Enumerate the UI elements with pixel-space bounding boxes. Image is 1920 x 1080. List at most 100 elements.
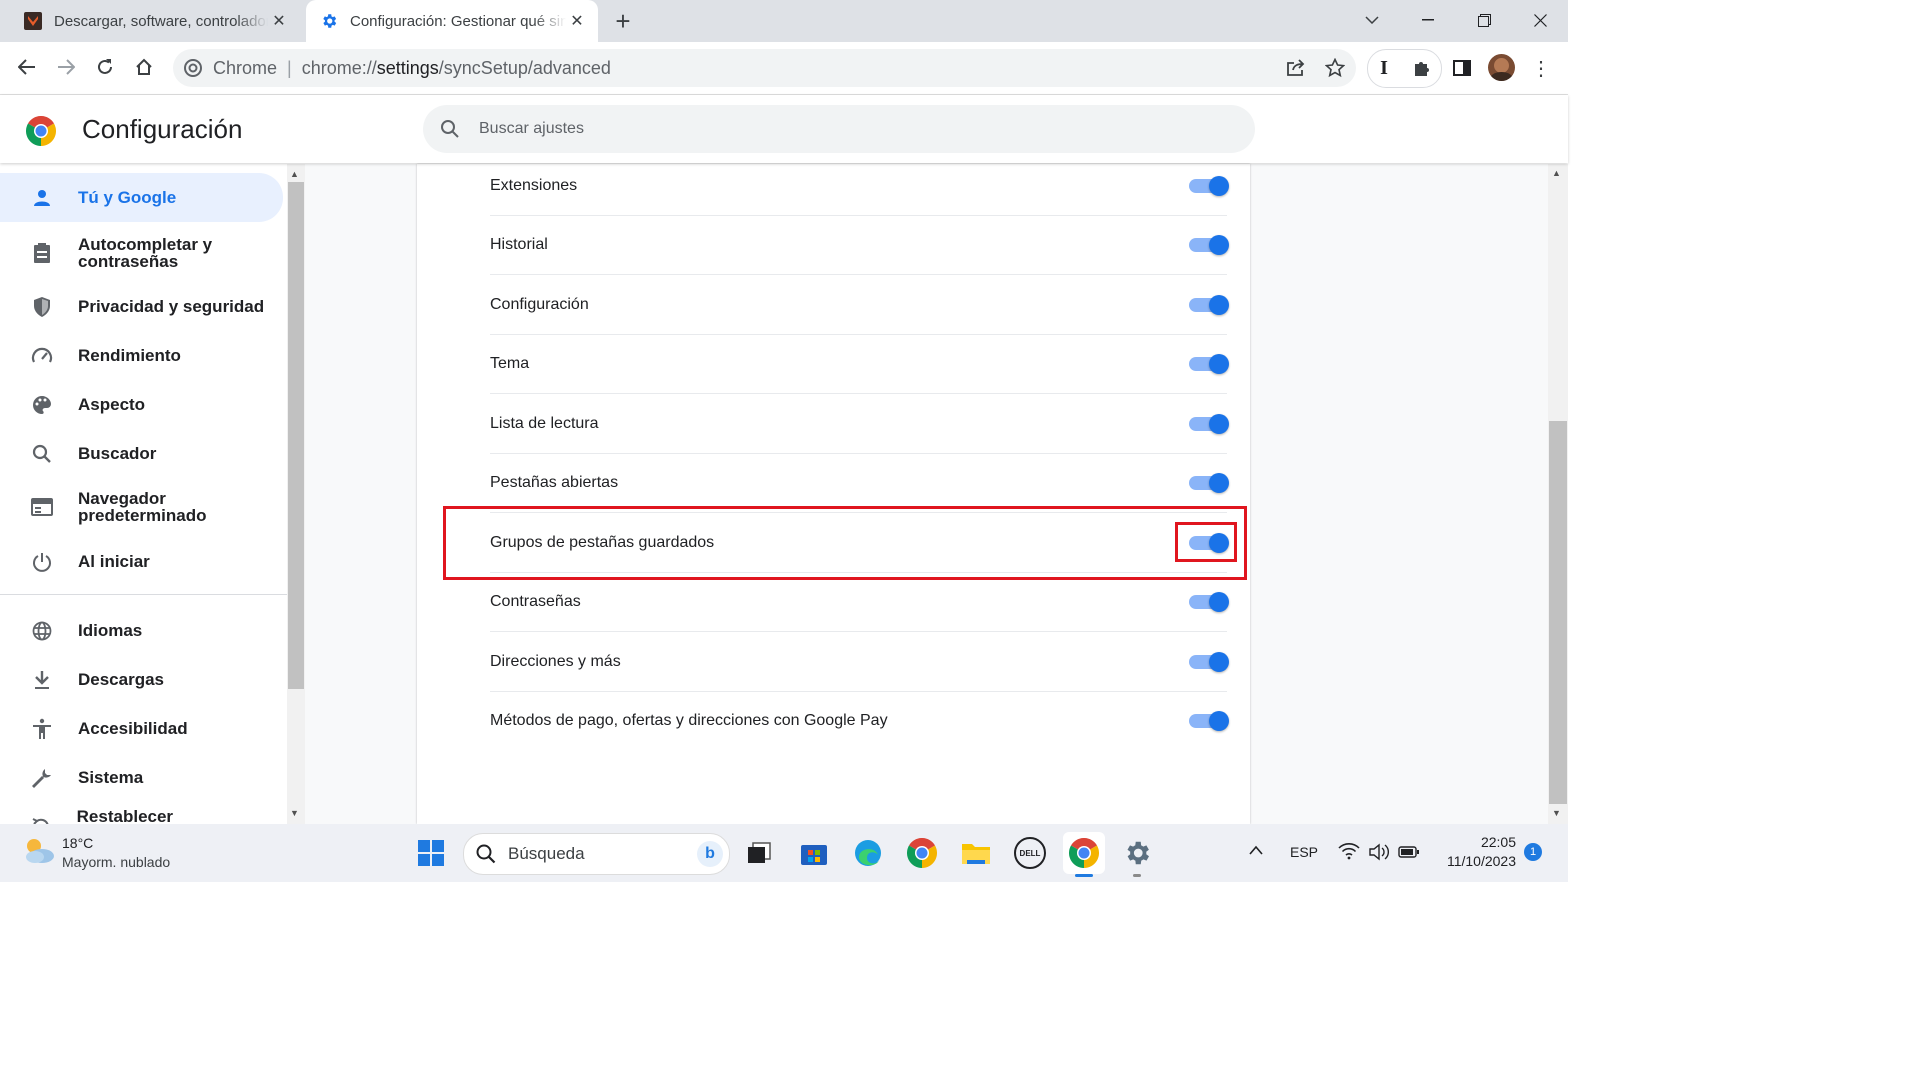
tab-descargar[interactable]: Descargar, software, controladores ✕	[0, 0, 300, 42]
sync-toggle[interactable]	[1189, 353, 1229, 374]
sync-row-extensiones[interactable]: Extensiones	[490, 156, 1229, 216]
reload-icon[interactable]	[88, 50, 122, 84]
side-panel-icon[interactable]	[1445, 51, 1479, 85]
settings-gear-icon	[320, 12, 338, 30]
sync-toggle[interactable]	[1189, 175, 1229, 196]
minimize-icon[interactable]	[1400, 0, 1456, 40]
language-indicator[interactable]: ESP	[1290, 844, 1318, 860]
sidebar-item-label: Autocompletar y contraseñas	[78, 234, 213, 271]
main-scroll-down-arrow-icon[interactable]: ▼	[1552, 808, 1561, 818]
sync-row-tema[interactable]: Tema	[490, 334, 1229, 394]
sync-row-label: Métodos de pago, ofertas y direcciones c…	[490, 711, 888, 729]
bing-icon: b	[697, 841, 723, 867]
sidebar-item-idiomas[interactable]: Idiomas	[0, 606, 283, 655]
windows-start-icon[interactable]	[412, 834, 450, 872]
sync-toggle[interactable]	[1189, 651, 1229, 672]
tab-search-chevron-down-icon[interactable]	[1344, 0, 1400, 40]
window-close-icon[interactable]	[1512, 0, 1568, 40]
share-icon[interactable]	[1279, 51, 1313, 85]
battery-icon[interactable]	[1398, 845, 1420, 864]
sync-toggle[interactable]	[1189, 591, 1229, 612]
main-scroll-up-arrow-icon[interactable]: ▲	[1552, 168, 1561, 178]
search-icon	[22, 444, 62, 464]
browser-icon	[22, 497, 62, 516]
extension-i-icon[interactable]: I	[1367, 51, 1401, 85]
sync-row-direcciones[interactable]: Direcciones y más	[490, 632, 1229, 692]
home-icon[interactable]	[127, 50, 161, 84]
profile-avatar[interactable]	[1488, 54, 1515, 81]
omnibox-url: chrome://settings/syncSetup/advanced	[302, 58, 611, 79]
clock-date[interactable]: 11/10/2023	[1430, 853, 1516, 869]
menu-kebab-icon[interactable]: ⋮	[1524, 51, 1558, 85]
sync-toggle[interactable]	[1189, 710, 1229, 731]
sidebar-item-label: Idiomas	[78, 620, 143, 640]
restore-icon[interactable]	[1456, 0, 1512, 40]
sidebar-item-accesibilidad[interactable]: Accesibilidad	[0, 704, 283, 753]
sync-toggle[interactable]	[1189, 294, 1229, 315]
sync-row-lista-de-lectura[interactable]: Lista de lectura	[490, 394, 1229, 454]
wifi-icon[interactable]	[1338, 842, 1360, 865]
scroll-up-arrow-icon[interactable]: ▲	[290, 169, 299, 179]
sidebar-item-sistema[interactable]: Sistema	[0, 753, 283, 802]
tab-close-icon[interactable]: ✕	[268, 11, 290, 31]
main-scrollbar-thumb[interactable]	[1549, 421, 1567, 804]
edge-browser-icon[interactable]	[849, 834, 887, 872]
sync-row-metodos-de-pago[interactable]: Métodos de pago, ofertas y direcciones c…	[490, 691, 1229, 750]
forward-arrow-icon[interactable]	[49, 50, 83, 84]
sidebar-item-aspecto[interactable]: Aspecto	[0, 380, 283, 429]
person-icon	[22, 188, 62, 208]
file-explorer-icon[interactable]	[957, 834, 995, 872]
sidebar-item-autocompletar[interactable]: Autocompletar y contraseñas	[0, 230, 283, 275]
sync-row-configuracion[interactable]: Configuración	[490, 275, 1229, 335]
chrome-taskbar-icon[interactable]	[903, 834, 941, 872]
globe-icon	[22, 621, 62, 641]
sidebar-scrollbar-thumb[interactable]	[288, 182, 304, 689]
chrome-active-taskbar-icon[interactable]	[1063, 832, 1105, 874]
back-arrow-icon[interactable]	[10, 50, 44, 84]
sync-toggle[interactable]	[1189, 413, 1229, 434]
new-tab-button[interactable]: +	[608, 8, 638, 34]
sidebar-item-descargas[interactable]: Descargas	[0, 655, 283, 704]
sidebar-item-restablecer[interactable]: Restablecer configuración	[0, 802, 283, 824]
sync-row-historial[interactable]: Historial	[490, 215, 1229, 275]
sidebar-item-rendimiento[interactable]: Rendimiento	[0, 331, 283, 380]
sidebar-item-label: Al iniciar	[78, 551, 150, 571]
sidebar-item-label: Rendimiento	[78, 345, 181, 365]
volume-icon[interactable]	[1368, 843, 1390, 866]
running-app-indicator	[1133, 874, 1141, 877]
dell-app-icon[interactable]: DELL	[1011, 834, 1049, 872]
sync-toggle[interactable]	[1189, 472, 1229, 493]
weather-cloud-icon[interactable]	[22, 836, 56, 866]
taskbar-search-icon	[476, 844, 496, 864]
sidebar-item-privacidad[interactable]: Privacidad y seguridad	[0, 282, 283, 331]
sync-row-pestanas-abiertas[interactable]: Pestañas abiertas	[490, 453, 1229, 513]
sidebar-item-navegador-predeterminado[interactable]: Navegador predeterminado	[0, 484, 283, 529]
tab-title: Configuración: Gestionar qué sincronizar	[350, 12, 566, 30]
notification-badge[interactable]: 1	[1524, 843, 1542, 861]
clock-time[interactable]: 22:05	[1440, 834, 1516, 850]
tab-configuracion[interactable]: Configuración: Gestionar qué sincronizar…	[306, 0, 598, 42]
sidebar-item-buscador[interactable]: Buscador	[0, 429, 283, 478]
url-prefix: chrome://	[301, 57, 377, 78]
sync-row-contrasenas[interactable]: Contraseñas	[490, 572, 1229, 632]
sidebar-item-al-iniciar[interactable]: Al iniciar	[0, 537, 283, 586]
microsoft-store-icon[interactable]	[795, 834, 833, 872]
task-view-icon[interactable]	[740, 834, 778, 872]
bookmark-star-icon[interactable]	[1318, 51, 1352, 85]
clipboard-icon	[22, 242, 62, 264]
settings-search-input[interactable]: Buscar ajustes	[423, 105, 1255, 153]
extensions-puzzle-icon[interactable]	[1405, 51, 1439, 85]
sync-row-label: Historial	[490, 235, 548, 253]
tray-chevron-up-icon[interactable]	[1248, 842, 1264, 860]
scroll-down-arrow-icon[interactable]: ▼	[290, 808, 299, 818]
tab-close-icon[interactable]: ✕	[566, 11, 588, 31]
sync-row-label: Contraseñas	[490, 592, 581, 610]
sidebar-item-tu-y-google[interactable]: Tú y Google	[0, 173, 283, 222]
sync-row-label: Tema	[490, 354, 530, 372]
sync-toggle[interactable]	[1189, 234, 1229, 255]
settings-app-icon[interactable]	[1118, 834, 1156, 872]
sidebar-divider	[0, 594, 287, 595]
taskbar-search-input[interactable]: Búsqueda b	[463, 833, 730, 875]
chrome-logo-icon	[25, 115, 57, 146]
omnibox[interactable]: Chrome | chrome://settings/syncSetup/adv…	[173, 49, 1356, 87]
